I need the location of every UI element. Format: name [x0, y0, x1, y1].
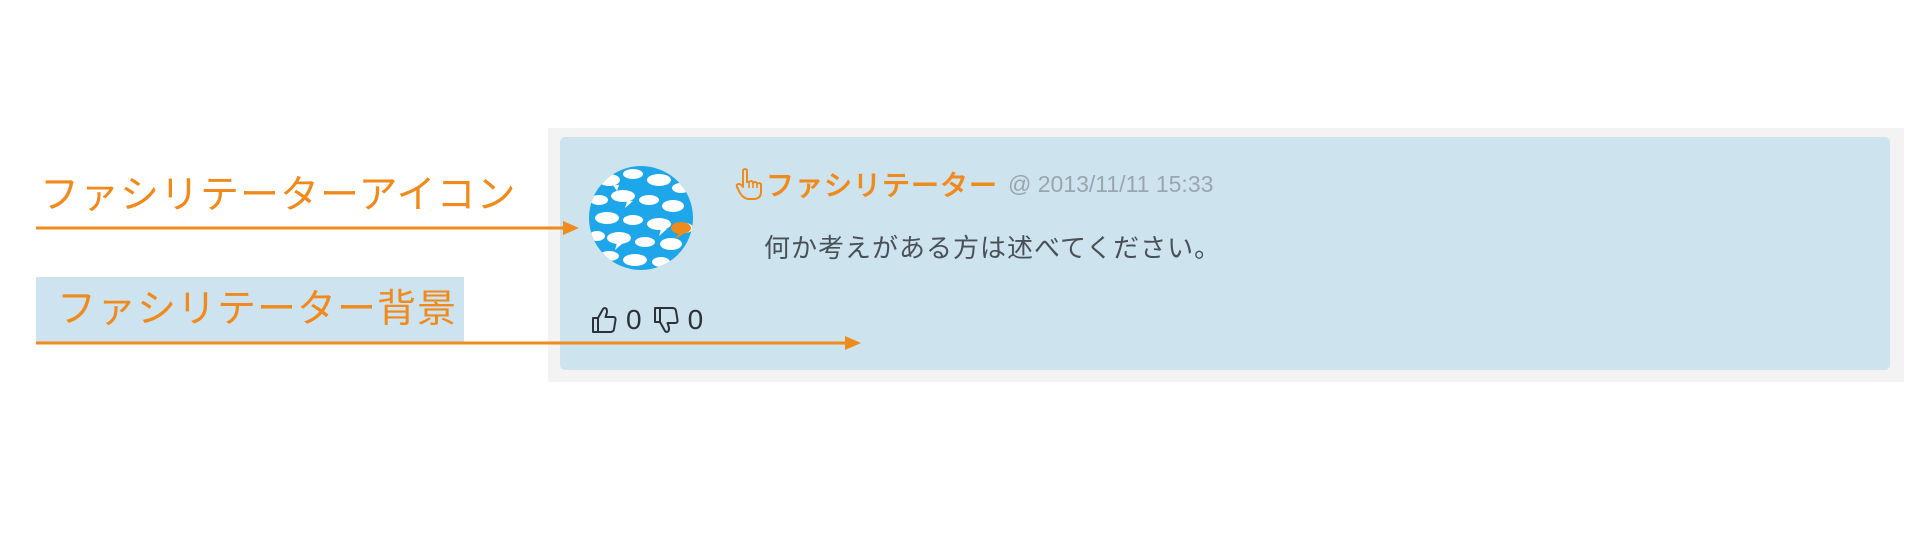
thumbs-up-icon[interactable]	[590, 305, 618, 335]
comment-timestamp: @ 2013/11/11 15:33	[1008, 170, 1214, 197]
facilitator-avatar[interactable]	[589, 166, 693, 270]
comment-body: 何か考えがある方は述べてください。	[764, 234, 1222, 264]
vote-controls: 0 0	[590, 302, 713, 338]
facilitator-background-annotation-label: ファシリテーター背景	[36, 277, 464, 343]
dislike-count: 0	[687, 304, 704, 335]
like-count: 0	[626, 304, 642, 335]
comment-author[interactable]: ファシリテーター	[766, 164, 998, 204]
icon-annotation-arrow	[36, 221, 579, 235]
facilitator-icon-annotation-label: ファシリテーターアイコン	[40, 173, 517, 218]
comment-header: ファシリテーター @ 2013/11/11 15:33	[734, 164, 1213, 204]
thumbs-down-icon[interactable]	[652, 305, 680, 335]
annotated-screenshot: ファシリテーターアイコン ファシリテーター背景 ファシリテーター @ 2013/…	[0, 0, 1926, 534]
speech-bubbles-avatar-icon	[589, 166, 693, 270]
pointing-hand-icon	[735, 168, 762, 200]
